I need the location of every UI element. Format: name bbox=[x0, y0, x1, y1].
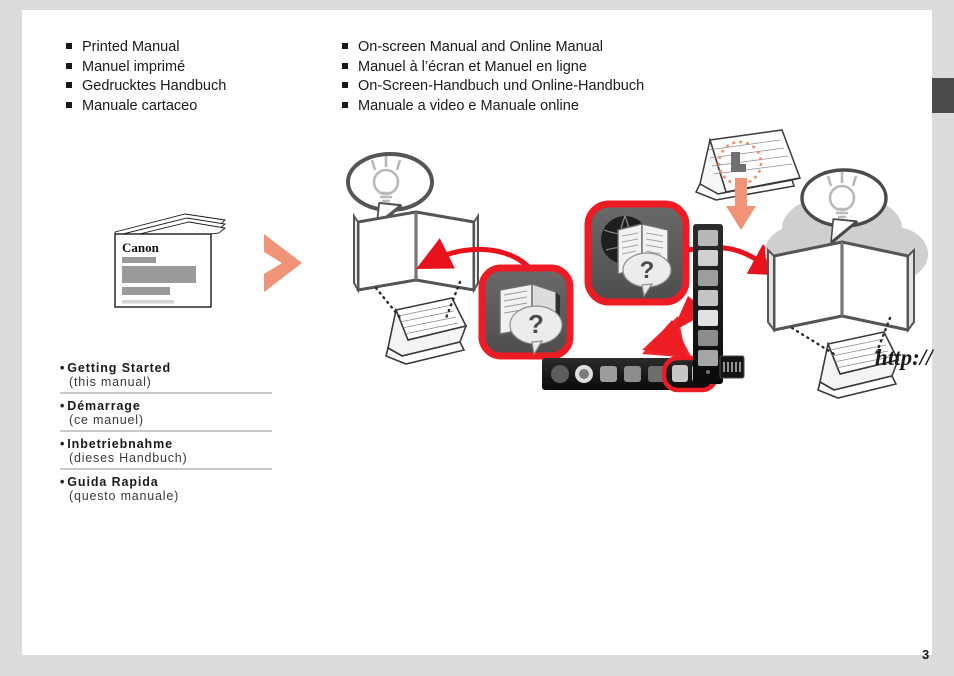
online-manual-scene: http:// bbox=[765, 168, 935, 399]
page-number: 3 bbox=[922, 647, 930, 662]
onscreen-manual-list: On-screen Manual and Online Manual Manue… bbox=[342, 38, 644, 116]
square-bullet-icon bbox=[342, 62, 348, 69]
square-bullet-icon bbox=[66, 62, 72, 69]
legend-item: • Guida Rapida (questo manuale) bbox=[60, 468, 272, 506]
list-item: Manuale cartaceo bbox=[66, 97, 226, 117]
list-item: Manuel à l’écran et Manuel en ligne bbox=[342, 58, 644, 78]
legend-item-subtitle: (ce manuel) bbox=[69, 413, 144, 427]
legend-item-subtitle: (questo manuale) bbox=[69, 489, 180, 503]
square-bullet-icon bbox=[342, 82, 348, 88]
legend-item-title: • Démarrage bbox=[60, 399, 141, 413]
square-bullet-icon bbox=[342, 43, 348, 49]
question-mark-glyph: ? bbox=[640, 257, 655, 284]
legend-item-title: • Inbetriebnahme bbox=[60, 437, 173, 451]
square-bullet-icon bbox=[66, 43, 72, 49]
page-edge-tab-marker bbox=[932, 78, 954, 113]
salmon-right-arrow-icon bbox=[260, 232, 304, 294]
dot-bullet-icon: • bbox=[60, 437, 66, 451]
list-item: Printed Manual bbox=[66, 38, 226, 58]
list-item-label: Gedrucktes Handbuch bbox=[82, 78, 227, 94]
list-item: Manuel imprimé bbox=[66, 58, 226, 78]
legend-item-subtitle: (dieses Handbuch) bbox=[69, 451, 188, 465]
list-item-label: Manuel imprimé bbox=[82, 58, 186, 75]
manual-overview-diagram: ? ? http:// bbox=[342, 120, 942, 410]
legend-item-title: • Guida Rapida bbox=[60, 475, 159, 489]
on-screen-manual-icon: ? bbox=[478, 264, 574, 360]
online-manual-icon: ? bbox=[584, 200, 708, 332]
dot-bullet-icon: • bbox=[60, 475, 66, 489]
onscreen-manual-scene bbox=[346, 152, 479, 365]
square-bullet-icon bbox=[66, 101, 72, 108]
list-item-label: On-Screen-Handbuch und Online-Handbuch bbox=[358, 78, 645, 94]
list-item-label: On-screen Manual and Online Manual bbox=[358, 39, 604, 55]
legend-item-title: • Getting Started bbox=[60, 361, 172, 375]
dot-bullet-icon: • bbox=[60, 361, 66, 375]
square-bullet-icon bbox=[66, 82, 72, 88]
list-item: Manuale a video e Manuale online bbox=[342, 97, 644, 117]
list-item-label: Manuale a video e Manuale online bbox=[358, 97, 579, 114]
list-item: Gedrucktes Handbuch bbox=[66, 77, 226, 97]
dock-onscreen-manual-icon bbox=[672, 365, 688, 382]
list-item: On-screen Manual and Online Manual bbox=[342, 38, 644, 58]
square-bullet-icon bbox=[342, 101, 348, 108]
list-item-label: Manuel à l’écran et Manuel en ligne bbox=[358, 58, 587, 75]
question-mark-glyph: ? bbox=[528, 309, 544, 339]
legend-item: • Démarrage (ce manuel) bbox=[60, 392, 272, 430]
legend-item-subtitle: (this manual) bbox=[69, 375, 152, 389]
legend-item: • Getting Started (this manual) bbox=[60, 361, 272, 392]
canon-wordmark: Canon bbox=[122, 240, 160, 255]
list-item-label: Printed Manual bbox=[82, 39, 180, 55]
printed-manual-illustration: Canon bbox=[107, 210, 227, 310]
manual-page: Printed Manual Manuel imprimé Gedrucktes… bbox=[22, 10, 935, 662]
dot-bullet-icon: • bbox=[60, 399, 66, 413]
http-url-label: http:// bbox=[875, 345, 935, 370]
manual-title-legend: • Getting Started (this manual) • Démarrag… bbox=[60, 361, 272, 506]
list-item-label: Manuale cartaceo bbox=[82, 97, 198, 114]
printed-manual-list: Printed Manual Manuel imprimé Gedrucktes… bbox=[66, 38, 226, 116]
legend-item: • Inbetriebnahme (dieses Handbuch) bbox=[60, 430, 272, 468]
laptop-with-cursor-illustration bbox=[694, 129, 802, 230]
list-item: On-Screen-Handbuch und Online-Handbuch bbox=[342, 77, 644, 97]
